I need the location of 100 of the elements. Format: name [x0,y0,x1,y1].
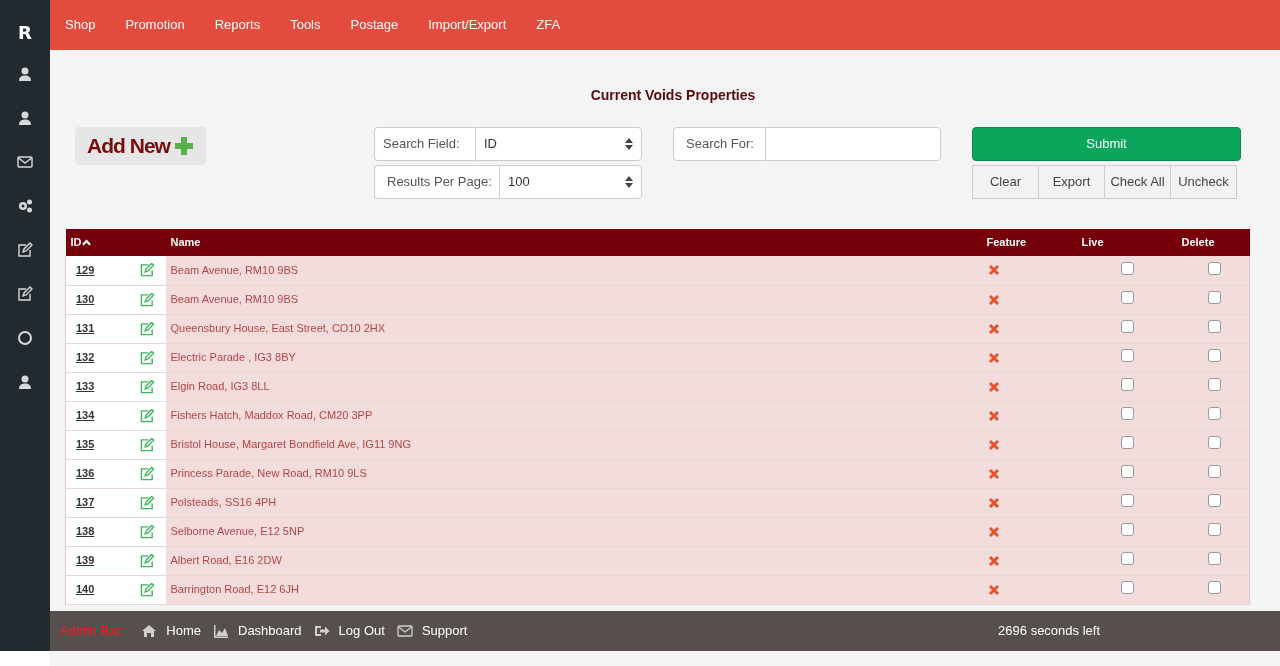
id-link[interactable]: 135 [76,438,95,451]
user-icon[interactable] [17,66,33,82]
nav-link[interactable]: ZFA [536,15,561,35]
id-link[interactable]: 140 [76,583,95,596]
cross-icon[interactable] [987,438,1000,451]
checkbox[interactable] [1207,435,1221,449]
checkbox[interactable] [1207,377,1221,391]
id-link[interactable]: 132 [76,351,95,364]
id-link[interactable]: 130 [76,293,95,306]
checkbox[interactable] [1207,522,1221,536]
action-button[interactable]: Uncheck [1170,165,1237,199]
action-button[interactable]: Export [1038,165,1105,199]
nav-link[interactable]: Shop [65,15,96,35]
plus-icon [173,136,194,156]
cross-icon[interactable] [987,467,1000,480]
checkbox[interactable] [1120,435,1134,449]
id-link[interactable]: 137 [76,496,95,509]
checkbox[interactable] [1207,261,1221,275]
home-icon [141,623,158,639]
column-header[interactable]: ID [70,234,82,251]
gears-icon[interactable] [17,198,33,214]
logout-icon [313,623,330,639]
cross-icon[interactable] [987,583,1000,596]
table-cell: Barrington Road, E12 6JH [170,583,299,596]
sort-caret-icon [625,138,633,150]
nav-link[interactable]: Import/Export [428,15,507,35]
checkbox[interactable] [1207,551,1221,565]
column-header: Delete [1181,236,1215,249]
cross-icon[interactable] [987,264,1000,277]
add-new-button[interactable]: Add New [75,127,206,165]
field-label: Results Per Page: [374,165,499,199]
id-link[interactable]: 134 [76,409,95,422]
checkbox[interactable] [1120,493,1134,507]
checkbox[interactable] [1207,493,1221,507]
id-link[interactable]: 129 [76,264,95,276]
session-timer: 2696 seconds left [998,622,1100,641]
checkbox[interactable] [1207,464,1221,478]
admin-bar-link[interactable]: Support [396,621,468,641]
checkbox[interactable] [1120,261,1134,275]
select-field[interactable]: ID [475,127,642,161]
id-link[interactable]: 139 [76,554,95,567]
table-cell: Fishers Hatch, Maddox Road, CM20 3PP [170,409,373,422]
nav-link[interactable]: Postage [350,15,399,35]
sort-up-icon [81,239,91,246]
cross-icon[interactable] [987,554,1000,567]
id-link[interactable]: 138 [76,525,95,538]
checkbox[interactable] [1207,580,1221,594]
checkbox[interactable] [1120,290,1134,304]
cross-icon[interactable] [987,380,1000,393]
checkbox[interactable] [1207,319,1221,333]
checkbox[interactable] [1207,406,1221,420]
nav-link[interactable]: Tools [290,15,321,35]
nav-link[interactable]: Reports [214,15,261,35]
checkbox[interactable] [1120,580,1134,594]
edit-icon[interactable] [17,242,33,258]
checkbox[interactable] [1120,319,1134,333]
sort-caret-icon [625,176,633,188]
cross-icon[interactable] [987,496,1000,509]
admin-bar-link[interactable]: Home [141,621,201,641]
select-field[interactable]: 100 [499,165,642,199]
cross-icon[interactable] [987,409,1000,422]
table-cell: Princess Parade, New Road, RM10 9LS [170,467,367,480]
checkbox[interactable] [1120,406,1134,420]
cross-icon[interactable] [987,293,1000,306]
table-cell: Electric Parade , IG3 8BY [170,351,296,364]
search-field[interactable] [765,127,941,161]
cross-icon[interactable] [987,351,1000,364]
circle-icon[interactable] [17,330,33,346]
user-icon[interactable] [17,374,33,390]
id-link[interactable]: 131 [76,322,95,335]
admin-bar-link[interactable]: Log Out [313,621,385,641]
nav-link[interactable]: Promotion [125,15,185,35]
id-link[interactable]: 133 [76,380,95,393]
table-cell: Beam Avenue, RM10 9BS [170,264,299,276]
action-button[interactable]: Clear [972,165,1039,199]
checkbox[interactable] [1120,522,1134,536]
id-link[interactable]: 136 [76,467,95,480]
checkbox[interactable] [1120,464,1134,478]
user-icon[interactable] [17,110,33,126]
checkbox[interactable] [1120,348,1134,362]
table-cell: Polsteads, SS16 4PH [170,496,277,509]
table-cell: Albert Road, E16 2DW [170,554,282,567]
mail-icon[interactable] [17,154,33,170]
checkbox[interactable] [1207,348,1221,362]
field-label: Search For: [673,127,765,161]
checkbox[interactable] [1120,551,1134,565]
action-button[interactable]: Check All [1104,165,1171,199]
column-header: Feature [986,236,1027,249]
admin-bar-link[interactable]: Dashboard [213,621,302,641]
cross-icon[interactable] [987,322,1000,335]
column-header: Name [170,236,201,249]
logo[interactable]: R [18,19,32,46]
checkbox[interactable] [1207,290,1221,304]
table-cell: Beam Avenue, RM10 9BS [170,293,299,306]
table-cell: Bristol House, Margaret Bondfield Ave, IG11 9NG [170,438,411,451]
field-label: Search Field: [374,127,475,161]
checkbox[interactable] [1120,377,1134,391]
admin-bar-label: Admin Bar: [60,622,125,641]
edit-icon[interactable] [17,286,33,302]
cross-icon[interactable] [987,525,1000,538]
